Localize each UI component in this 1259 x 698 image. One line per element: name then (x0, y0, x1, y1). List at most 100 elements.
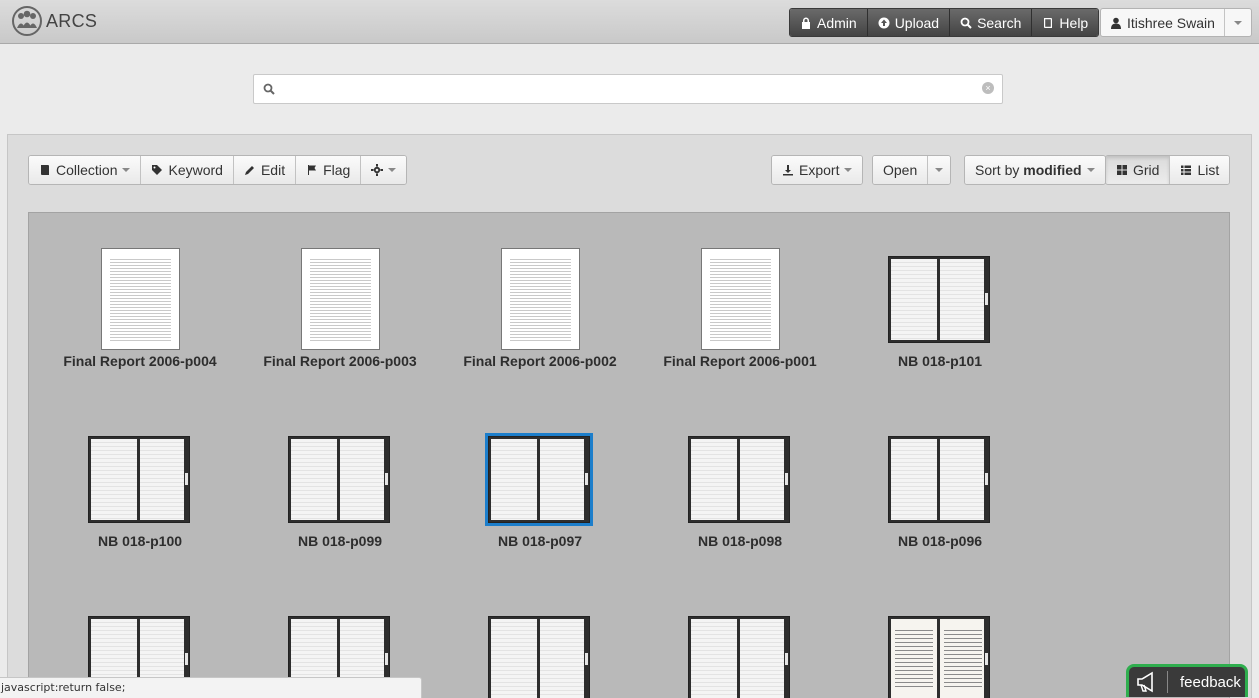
notebook-thumbnail (688, 616, 790, 698)
list-view-button[interactable]: List (1170, 156, 1230, 184)
page-tab (785, 653, 788, 665)
item-label: Final Report 2006-p004 (63, 353, 217, 369)
flag-label: Flag (323, 162, 351, 178)
notebook-thumbnail (688, 436, 790, 523)
grid-label: Grid (1133, 162, 1160, 178)
item-label: NB 018-p096 (897, 533, 983, 549)
document-thumbnail (101, 248, 180, 350)
search-icon (960, 17, 972, 29)
brand-logo-link[interactable]: ARCS (10, 6, 97, 36)
search-input[interactable] (284, 78, 978, 100)
chevron-down-icon (388, 168, 397, 172)
list-label: List (1197, 162, 1220, 178)
pencil-icon (244, 166, 254, 175)
item-label: NB 018-p100 (97, 533, 183, 549)
chevron-down-icon (122, 168, 131, 172)
notebook-page-left (491, 619, 537, 698)
item-label: NB 018-p097 (497, 533, 583, 549)
clear-search-icon[interactable]: × (982, 82, 994, 94)
collection-button[interactable]: Collection (29, 156, 142, 184)
notebook-page-right (740, 619, 784, 698)
item-label: NB 018-p101 (897, 353, 983, 369)
open-button[interactable]: Open (873, 156, 929, 184)
feedback-button[interactable]: feedback (1126, 664, 1248, 697)
settings-button[interactable] (361, 156, 407, 184)
grid-item-nb-018-p100[interactable]: NB 018-p100 (40, 428, 240, 568)
item-label: Final Report 2006-p002 (463, 353, 617, 369)
page-tab (185, 653, 188, 665)
admin-button[interactable]: Admin (790, 9, 868, 36)
notebook-thumbnail (488, 616, 590, 698)
document-thumbnail (301, 248, 380, 350)
grid-item-final-report-p003[interactable]: Final Report 2006-p003 (240, 248, 440, 388)
chevron-down-icon (935, 168, 944, 172)
app-name: ARCS (46, 10, 98, 31)
export-button[interactable]: Export (772, 156, 863, 184)
action-toolbar: Collection Keyword Edit Flag (28, 155, 408, 185)
item-label: Final Report 2006-p003 (263, 353, 417, 369)
notebook-page-right (340, 439, 384, 520)
page-tab (585, 473, 588, 485)
user-dropdown-toggle[interactable] (1225, 9, 1251, 36)
sort-dropdown: Sort by modified (964, 155, 1106, 185)
view-toggle: Grid List (1105, 155, 1231, 185)
sort-value: modified (1023, 162, 1082, 178)
grid-item-nb-018-p101[interactable]: NB 018-p101 (840, 248, 1040, 388)
book-icon (1044, 17, 1053, 28)
user-menu: Itishree Swain (1100, 8, 1252, 37)
notebook-page-right (540, 439, 584, 520)
notebook-page-right (540, 619, 584, 698)
flag-icon (308, 165, 317, 175)
grid-item-nb-018-p096[interactable]: NB 018-p096 (840, 428, 1040, 568)
feedback-label: feedback (1180, 673, 1241, 691)
chevron-down-icon (844, 168, 853, 172)
notebook-thumbnail (288, 436, 390, 523)
notebook-thumbnail (485, 433, 593, 526)
search-nav-button[interactable]: Search (950, 9, 1033, 36)
grid-item-nb-018-p097[interactable]: NB 018-p097 (440, 428, 640, 568)
export-dropdown: Export (771, 155, 864, 185)
notebook-page-left (491, 439, 537, 520)
admin-label: Admin (817, 14, 857, 31)
notebook-page-right (740, 439, 784, 520)
export-label: Export (799, 162, 840, 178)
notebook-page-left (691, 619, 737, 698)
page-tab (585, 653, 588, 665)
grid-item-nb-018-p098[interactable]: NB 018-p098 (640, 428, 840, 568)
grid-item-final-report-p001[interactable]: Final Report 2006-p001 (640, 248, 840, 388)
user-button[interactable]: Itishree Swain (1101, 9, 1225, 36)
grid-item-row3-3[interactable] (440, 608, 640, 698)
open-dropdown-toggle[interactable] (928, 156, 951, 184)
gear-icon (371, 164, 384, 176)
notebook-thumbnail (888, 436, 990, 523)
open-split-button: Open (872, 155, 952, 185)
grid-item-final-report-p004[interactable]: Final Report 2006-p004 (40, 248, 240, 388)
notebook-page-left (891, 259, 937, 340)
megaphone-icon (1137, 671, 1168, 693)
download-icon (783, 165, 793, 176)
upload-button[interactable]: Upload (867, 9, 951, 36)
lock-icon (802, 17, 810, 29)
sort-prefix: Sort by (975, 162, 1024, 178)
flag-button[interactable]: Flag (296, 156, 362, 184)
page-tab (985, 293, 988, 305)
edit-button[interactable]: Edit (233, 156, 297, 184)
grid-view-button[interactable]: Grid (1106, 156, 1171, 184)
grid-item-row3-5[interactable] (840, 608, 1040, 698)
help-button[interactable]: Help (1032, 9, 1099, 36)
keyword-button[interactable]: Keyword (141, 156, 234, 184)
sort-button[interactable]: Sort by modified (965, 156, 1105, 184)
grid-item-row3-4[interactable] (640, 608, 840, 698)
grid-item-nb-018-p099[interactable]: NB 018-p099 (240, 428, 440, 568)
page-tab (985, 653, 988, 665)
notebook-thumbnail (888, 616, 990, 698)
user-name: Itishree Swain (1127, 14, 1215, 31)
document-thumbnail (701, 248, 780, 350)
notebook-page-left (891, 439, 937, 520)
page-tab (385, 653, 388, 665)
sort-label: Sort by modified (975, 162, 1082, 178)
notebook-page-right (140, 439, 184, 520)
item-label: Final Report 2006-p001 (663, 353, 817, 369)
grid-item-final-report-p002[interactable]: Final Report 2006-p002 (440, 248, 640, 388)
user-icon (1111, 17, 1121, 29)
